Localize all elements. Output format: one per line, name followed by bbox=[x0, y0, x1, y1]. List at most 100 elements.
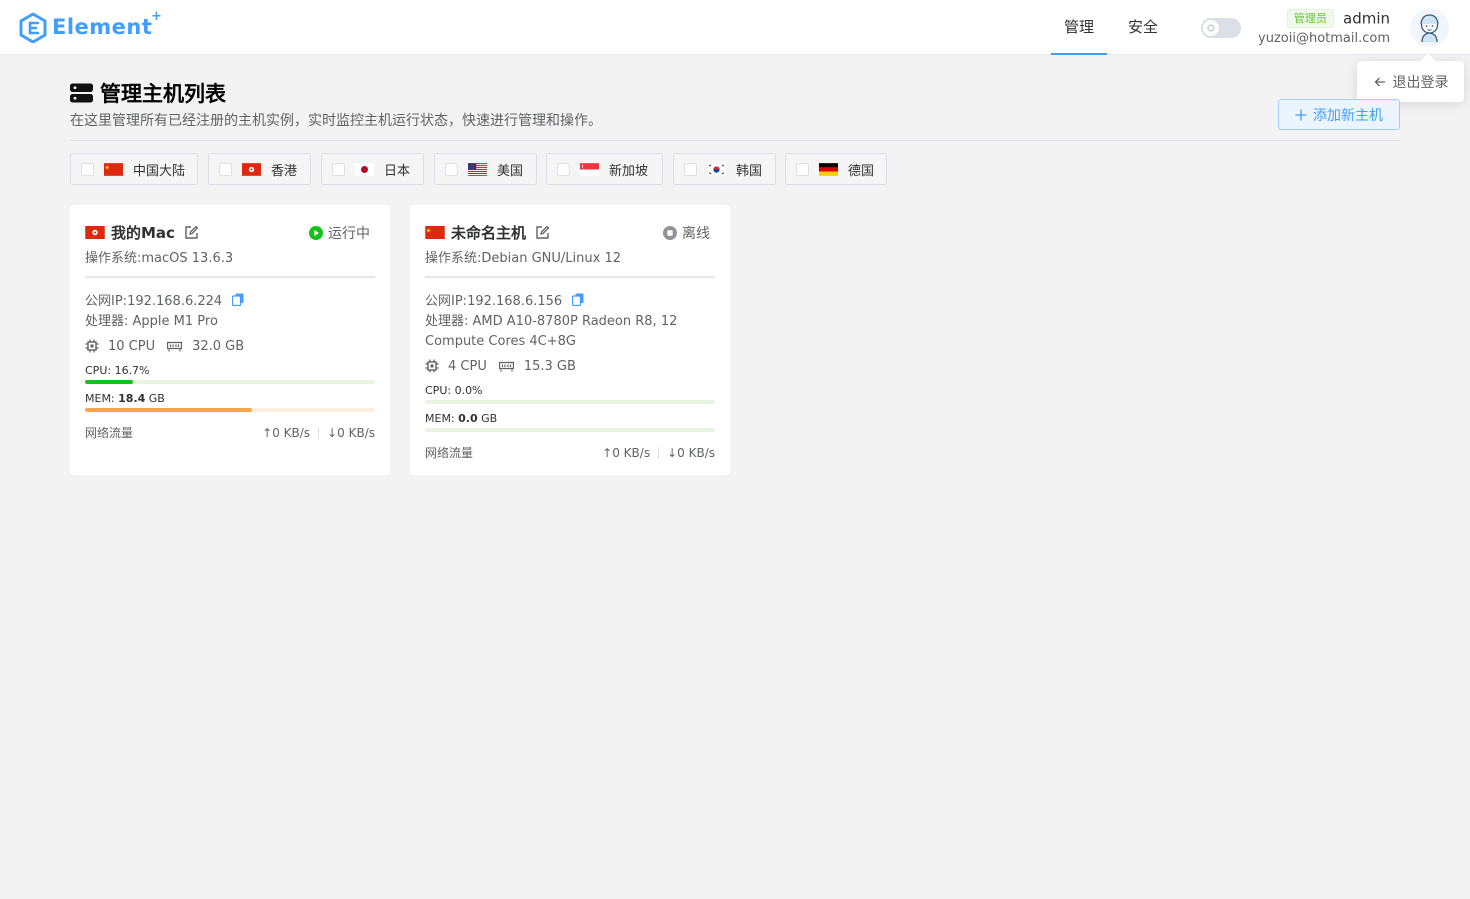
divider bbox=[70, 140, 1400, 141]
ip-info: 公网IP:192.168.6.156 bbox=[425, 292, 715, 312]
checkbox[interactable] bbox=[796, 162, 809, 176]
element-logo-icon bbox=[19, 12, 47, 43]
filter-de[interactable]: 德国 bbox=[785, 153, 887, 185]
checkbox[interactable] bbox=[219, 162, 232, 176]
checkbox[interactable] bbox=[445, 162, 458, 176]
net-label: 网络流量 bbox=[425, 446, 474, 460]
cpu-count: 10 CPU bbox=[108, 338, 156, 354]
filter-kr[interactable]: 韩国 bbox=[673, 153, 776, 185]
page-subtitle: 在这里管理所有已经注册的主机实例，实时监控主机运行状态，快速进行管理和操作。 bbox=[70, 113, 602, 129]
divider bbox=[85, 276, 375, 278]
logout-label: 退出登录 bbox=[1392, 74, 1449, 91]
net-download: ↓0 KB/s bbox=[667, 445, 715, 460]
filter-label: 韩国 bbox=[736, 163, 763, 179]
network-traffic: 网络流量 ↑0 KB/s ↓0 KB/s bbox=[425, 444, 715, 461]
add-host-label: 添加新主机 bbox=[1313, 107, 1383, 124]
cpu-model-info: 处理器: Apple M1 Pro bbox=[85, 314, 218, 329]
host-name: 未命名主机 bbox=[451, 223, 527, 242]
cpu-usage-bar bbox=[425, 400, 715, 404]
cpu-model-info: 处理器: AMD A10-8780P Radeon R8, 12 Compute… bbox=[425, 314, 678, 349]
cpu-usage-bar bbox=[85, 380, 375, 384]
net-label: 网络流量 bbox=[85, 426, 134, 440]
filter-label: 中国大陆 bbox=[133, 163, 186, 179]
mem-usage-bar bbox=[425, 428, 715, 432]
host-name: 我的Mac bbox=[111, 223, 175, 242]
memory-size: 32.0 GB bbox=[192, 338, 245, 354]
play-circle-icon bbox=[309, 226, 323, 240]
mem-usage-bar bbox=[85, 408, 375, 412]
os-info: 操作系统:macOS 13.6.3 bbox=[85, 251, 234, 266]
specs: 10 CPU 32.0 GB bbox=[85, 336, 375, 356]
flag-cn-icon bbox=[425, 225, 445, 239]
network-traffic: 网络流量 ↑0 KB/s ↓0 KB/s bbox=[85, 424, 375, 441]
user-name: admin bbox=[1343, 9, 1390, 28]
app-logo[interactable]: Element + bbox=[19, 9, 163, 43]
host-card[interactable]: 未命名主机 离线 操作系统:Debian GNU/Linux 12 公网IP:1… bbox=[410, 205, 730, 475]
theme-toggle[interactable] bbox=[1201, 18, 1241, 38]
flag-cn-icon bbox=[104, 162, 123, 176]
flag-hk-icon bbox=[85, 225, 105, 239]
copy-icon[interactable] bbox=[572, 293, 584, 307]
memory-icon bbox=[167, 341, 183, 351]
flag-sg-icon bbox=[580, 162, 599, 176]
avatar[interactable] bbox=[1410, 8, 1449, 47]
logo-text: Element + bbox=[52, 9, 163, 39]
memory-size: 15.3 GB bbox=[523, 358, 576, 374]
plus-icon bbox=[1295, 109, 1307, 120]
cpu-count: 4 CPU bbox=[448, 358, 487, 374]
filter-hk[interactable]: 香港 bbox=[208, 153, 311, 185]
add-host-button[interactable]: 添加新主机 bbox=[1278, 99, 1400, 130]
flag-de-icon bbox=[819, 162, 838, 176]
net-upload: ↑0 KB/s bbox=[262, 425, 311, 440]
checkbox[interactable] bbox=[684, 162, 697, 176]
logout-button[interactable]: 退出登录 bbox=[1357, 61, 1464, 102]
specs: 4 CPU 15.3 GB bbox=[425, 356, 715, 376]
checkbox[interactable] bbox=[332, 162, 345, 176]
status-badge: 离线 bbox=[663, 223, 710, 243]
arrow-left-icon bbox=[1374, 77, 1385, 86]
copy-icon[interactable] bbox=[232, 293, 244, 307]
status-badge: 运行中 bbox=[309, 223, 370, 243]
cpu-usage-label: CPU: 16.7% bbox=[85, 364, 150, 377]
sun-icon bbox=[1203, 20, 1219, 36]
filter-label: 德国 bbox=[848, 163, 875, 179]
cpu-chip-icon bbox=[425, 359, 439, 373]
flag-jp-icon bbox=[355, 162, 374, 176]
user-info: 管理员 admin yuzoii@hotmail.com bbox=[1258, 8, 1390, 46]
nav-security[interactable]: 安全 bbox=[1115, 0, 1171, 55]
filter-label: 香港 bbox=[271, 163, 298, 179]
filter-sg[interactable]: 新加坡 bbox=[546, 153, 663, 185]
checkbox[interactable] bbox=[557, 162, 570, 176]
divider bbox=[425, 276, 715, 278]
filter-cn[interactable]: 中国大陆 bbox=[70, 153, 198, 185]
role-badge: 管理员 bbox=[1286, 9, 1334, 28]
page-title: 管理主机列表 bbox=[70, 78, 226, 108]
filter-label: 美国 bbox=[497, 163, 524, 179]
edit-icon[interactable] bbox=[535, 225, 550, 240]
top-header: Element + 管理 安全 管理员 admin yuzoii@hotmail.… bbox=[0, 0, 1470, 55]
checkbox[interactable] bbox=[81, 162, 94, 176]
stop-circle-icon bbox=[663, 226, 677, 240]
cpu-usage-label: CPU: 0.0% bbox=[425, 384, 483, 397]
cpu-chip-icon bbox=[85, 339, 99, 353]
host-card[interactable]: 我的Mac 运行中 操作系统:macOS 13.6.3 公网IP:192.168… bbox=[70, 205, 390, 475]
filter-label: 日本 bbox=[384, 163, 411, 179]
mem-usage-label: MEM: 18.4 GB bbox=[85, 392, 165, 405]
flag-us-icon bbox=[468, 162, 487, 176]
mem-usage-label: MEM: 0.0 GB bbox=[425, 412, 498, 425]
server-icon bbox=[70, 83, 93, 103]
nav-manage[interactable]: 管理 bbox=[1051, 0, 1108, 55]
net-download: ↓0 KB/s bbox=[327, 425, 375, 440]
filter-us[interactable]: 美国 bbox=[434, 153, 537, 185]
flag-kr-icon bbox=[707, 162, 726, 176]
filter-label: 新加坡 bbox=[609, 163, 649, 179]
flag-hk-icon bbox=[242, 162, 261, 176]
filter-jp[interactable]: 日本 bbox=[321, 153, 424, 185]
os-info: 操作系统:Debian GNU/Linux 12 bbox=[425, 251, 621, 266]
edit-icon[interactable] bbox=[184, 225, 199, 240]
net-upload: ↑0 KB/s bbox=[602, 445, 651, 460]
ip-info: 公网IP:192.168.6.224 bbox=[85, 292, 375, 312]
page-title-text: 管理主机列表 bbox=[100, 82, 226, 106]
user-email: yuzoii@hotmail.com bbox=[1258, 31, 1390, 46]
memory-icon bbox=[498, 361, 514, 371]
